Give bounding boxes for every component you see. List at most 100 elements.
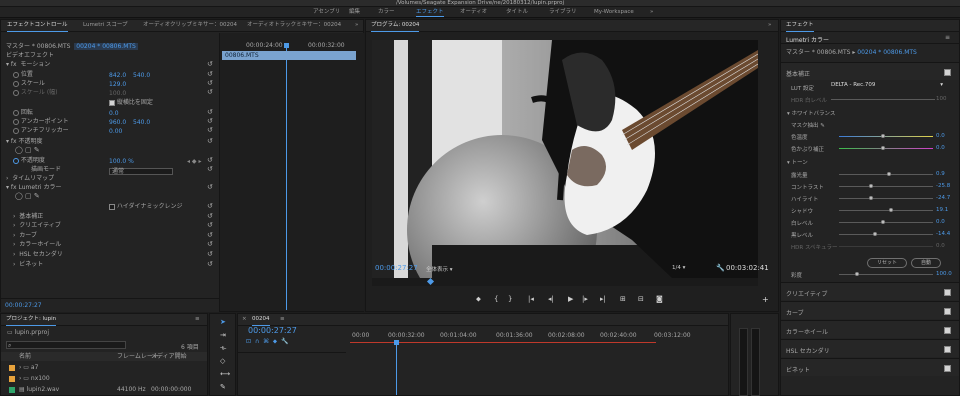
rotation-value[interactable]: 0.0 xyxy=(109,110,119,117)
basic-correction-label[interactable]: 基本補正 xyxy=(786,69,810,78)
reset-icon[interactable]: ↺ xyxy=(207,251,214,258)
stopwatch-icon[interactable] xyxy=(13,157,19,164)
position-y[interactable]: 540.0 xyxy=(133,72,150,79)
reset-icon[interactable]: ↺ xyxy=(207,127,214,134)
reset-icon[interactable]: ↺ xyxy=(207,184,214,191)
blacks-value[interactable]: -14.4 xyxy=(936,231,950,237)
reset-icon[interactable]: ↺ xyxy=(207,213,214,220)
panel-menu-icon[interactable]: » xyxy=(768,20,771,31)
workspace-libraries[interactable]: ライブラリ xyxy=(549,7,577,18)
razor-tool-icon[interactable]: ◇ xyxy=(220,357,225,365)
list-item[interactable]: › ▭ nx100 xyxy=(1,374,207,384)
camera-icon[interactable]: ◙ xyxy=(656,295,663,303)
list-item[interactable]: ▤ lupin2.wav 44100 Hz 00:00:00:000 xyxy=(1,385,207,395)
reset-icon[interactable]: ↺ xyxy=(207,61,214,68)
blacks-track[interactable] xyxy=(839,234,933,235)
insert-icon[interactable]: ⊞ xyxy=(620,295,626,303)
lumetri-clip[interactable]: 00204 * 00806.MTS xyxy=(857,49,917,56)
lumetri-title[interactable]: Lumetri カラー xyxy=(786,35,829,44)
panel-menu-icon[interactable]: ≡ xyxy=(945,34,950,41)
ripple-edit-icon[interactable]: ⟛ xyxy=(220,344,226,353)
tab-audio-clip-mixer[interactable]: オーディオクリップミキサー：00204 xyxy=(143,20,237,31)
tint-track[interactable] xyxy=(839,148,933,149)
master-clip[interactable]: マスター * 00806.MTS xyxy=(6,43,70,50)
tab-project[interactable]: プロジェクト: lupin xyxy=(6,314,57,326)
exposure-knob[interactable] xyxy=(887,172,891,176)
stopwatch-icon[interactable] xyxy=(13,127,19,134)
marker-add-icon[interactable]: ⬥ xyxy=(273,338,277,345)
reset-button[interactable]: リセット xyxy=(867,258,907,268)
saturation-knob[interactable] xyxy=(855,272,859,276)
lumetri-master[interactable]: マスター * 00806.MTS xyxy=(786,49,850,56)
mark-out-icon[interactable]: } xyxy=(508,295,512,303)
workspace-more-icon[interactable]: » xyxy=(650,7,653,18)
reset-icon[interactable]: ↺ xyxy=(207,89,214,96)
uniform-scale-checkbox[interactable] xyxy=(109,99,115,106)
pen-tool-icon[interactable]: ✎ xyxy=(220,383,226,391)
auto-button[interactable]: 自動 xyxy=(911,258,941,268)
video-frame[interactable] xyxy=(372,40,758,278)
flicker-value[interactable]: 0.00 xyxy=(109,128,122,135)
tint-knob[interactable] xyxy=(881,146,885,150)
go-to-in-icon[interactable]: |◂ xyxy=(528,295,534,303)
blend-select[interactable]: 通常 xyxy=(109,168,173,175)
mask-tools[interactable]: ◯ ▢ ✎ xyxy=(15,192,40,201)
scale-value[interactable]: 129.0 xyxy=(109,81,126,88)
resolution-select[interactable]: 1/4 ▾ xyxy=(672,265,685,271)
whites-track[interactable] xyxy=(839,222,933,223)
tab-sequence[interactable]: 00204 xyxy=(252,314,270,326)
reset-icon[interactable]: ↺ xyxy=(207,71,214,78)
track-select-icon[interactable]: ⇥ xyxy=(220,331,226,339)
program-playhead[interactable] xyxy=(426,277,435,286)
workspace-titles[interactable]: タイトル xyxy=(506,7,528,18)
fit-select[interactable]: 全体表示 ▾ xyxy=(426,265,464,273)
workspace-edit[interactable]: 編集 xyxy=(349,7,360,18)
temperature-knob[interactable] xyxy=(881,134,885,138)
reset-icon[interactable]: ↺ xyxy=(207,138,214,145)
overwrite-icon[interactable]: ⊟ xyxy=(638,295,644,303)
mark-in-icon[interactable]: { xyxy=(494,295,498,303)
hdr-checkbox[interactable] xyxy=(109,203,115,210)
workspace-effects[interactable]: エフェクト xyxy=(416,7,444,18)
snap-icon[interactable]: ∩ xyxy=(255,338,259,345)
creative-checkbox[interactable] xyxy=(944,289,951,296)
temperature-value[interactable]: 0.0 xyxy=(936,133,945,139)
program-title[interactable]: プログラム: 00204 xyxy=(371,20,420,32)
selection-tool-icon[interactable]: ➤ xyxy=(220,318,226,326)
section-curves[interactable]: カーブ xyxy=(786,308,804,317)
reset-icon[interactable]: ↺ xyxy=(207,80,214,87)
workspace-color[interactable]: カラー xyxy=(378,7,395,18)
basic-enable-checkbox[interactable] xyxy=(944,69,951,76)
wrench-icon[interactable]: 🔧 xyxy=(716,264,725,272)
workspace-assembly[interactable]: アセンブリ xyxy=(313,7,340,18)
tab-effect-controls[interactable]: エフェクトコントロール xyxy=(7,20,68,32)
workspace-my[interactable]: My-Workspace xyxy=(594,7,634,18)
step-back-icon[interactable]: ◂| xyxy=(548,295,554,303)
reset-icon[interactable]: ↺ xyxy=(207,109,214,116)
highlights-value[interactable]: -24.7 xyxy=(936,195,950,201)
workspace-audio[interactable]: オーディオ xyxy=(460,7,487,18)
shadows-knob[interactable] xyxy=(889,208,893,212)
wheels-checkbox[interactable] xyxy=(944,327,951,334)
reset-icon[interactable]: ↺ xyxy=(207,203,214,210)
close-icon[interactable]: × xyxy=(242,314,247,325)
section-color-wheels[interactable]: カラーホイール xyxy=(786,327,828,336)
linked-icon[interactable]: ⌘ xyxy=(263,338,269,345)
program-scrubber[interactable] xyxy=(372,277,758,286)
whites-value[interactable]: 0.0 xyxy=(936,219,945,225)
contrast-value[interactable]: -25.8 xyxy=(936,183,950,189)
panel-menu-icon[interactable]: ≡ xyxy=(280,314,285,325)
add-button-icon[interactable]: + xyxy=(762,295,769,304)
tab-effects[interactable]: エフェクト xyxy=(786,20,814,32)
section-hsl[interactable]: HSL セカンダリ xyxy=(786,346,830,355)
stopwatch-icon[interactable] xyxy=(13,118,19,125)
highlights-track[interactable] xyxy=(839,198,933,199)
tab-audio-track-mixer[interactable]: オーディオトラックミキサー：00204 xyxy=(247,20,341,31)
reset-icon[interactable]: ↺ xyxy=(207,222,214,229)
timeline-timecode[interactable]: 00:00:27:27 xyxy=(248,326,297,335)
shadows-track[interactable] xyxy=(839,210,933,211)
col-media-start[interactable]: メディア開始 xyxy=(151,352,187,361)
whites-knob[interactable] xyxy=(881,220,885,224)
tab-lumetri-scopes[interactable]: Lumetri スコープ xyxy=(83,20,128,31)
slip-tool-icon[interactable]: ⟷ xyxy=(220,370,230,378)
